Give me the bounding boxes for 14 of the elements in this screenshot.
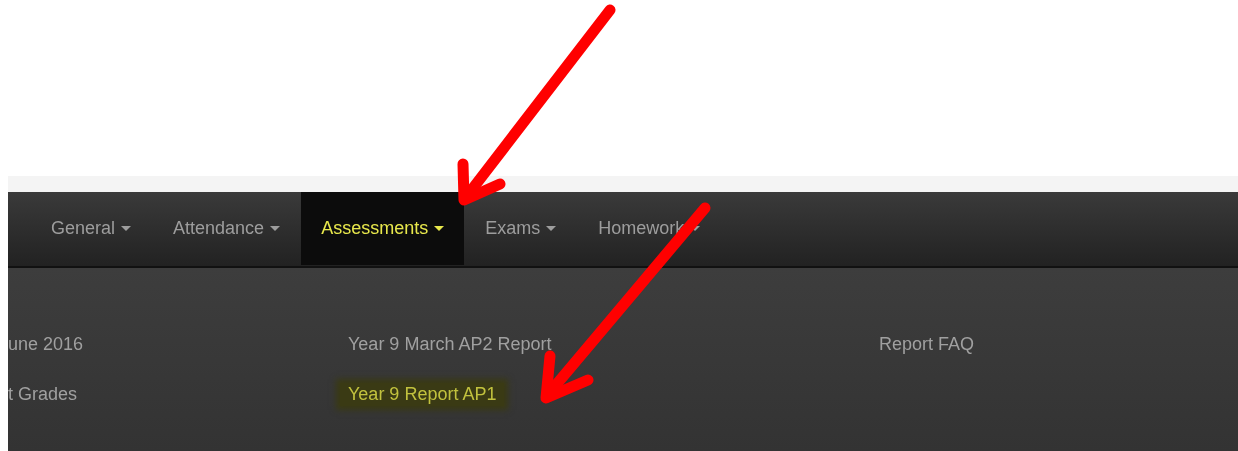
menu-link[interactable]: t Grades — [8, 383, 78, 406]
caret-icon — [434, 225, 445, 232]
menu-link[interactable]: Year 9 March AP2 Report — [348, 333, 552, 356]
nav-tab[interactable]: General — [30, 192, 153, 265]
caret-icon — [270, 225, 281, 232]
menu-link[interactable]: Report FAQ — [879, 333, 975, 356]
menu-link[interactable]: une 2016 — [8, 333, 84, 356]
nav-tab[interactable]: Attendance — [152, 192, 302, 265]
menu-link[interactable]: Year 9 Report AP1 — [340, 383, 505, 406]
nav-tab[interactable]: Assessments — [301, 192, 465, 265]
caret-icon — [121, 225, 132, 232]
nav-tab[interactable]: Exams — [464, 192, 578, 265]
caret-icon — [546, 225, 557, 232]
nav-tab[interactable]: Homework — [577, 192, 722, 265]
